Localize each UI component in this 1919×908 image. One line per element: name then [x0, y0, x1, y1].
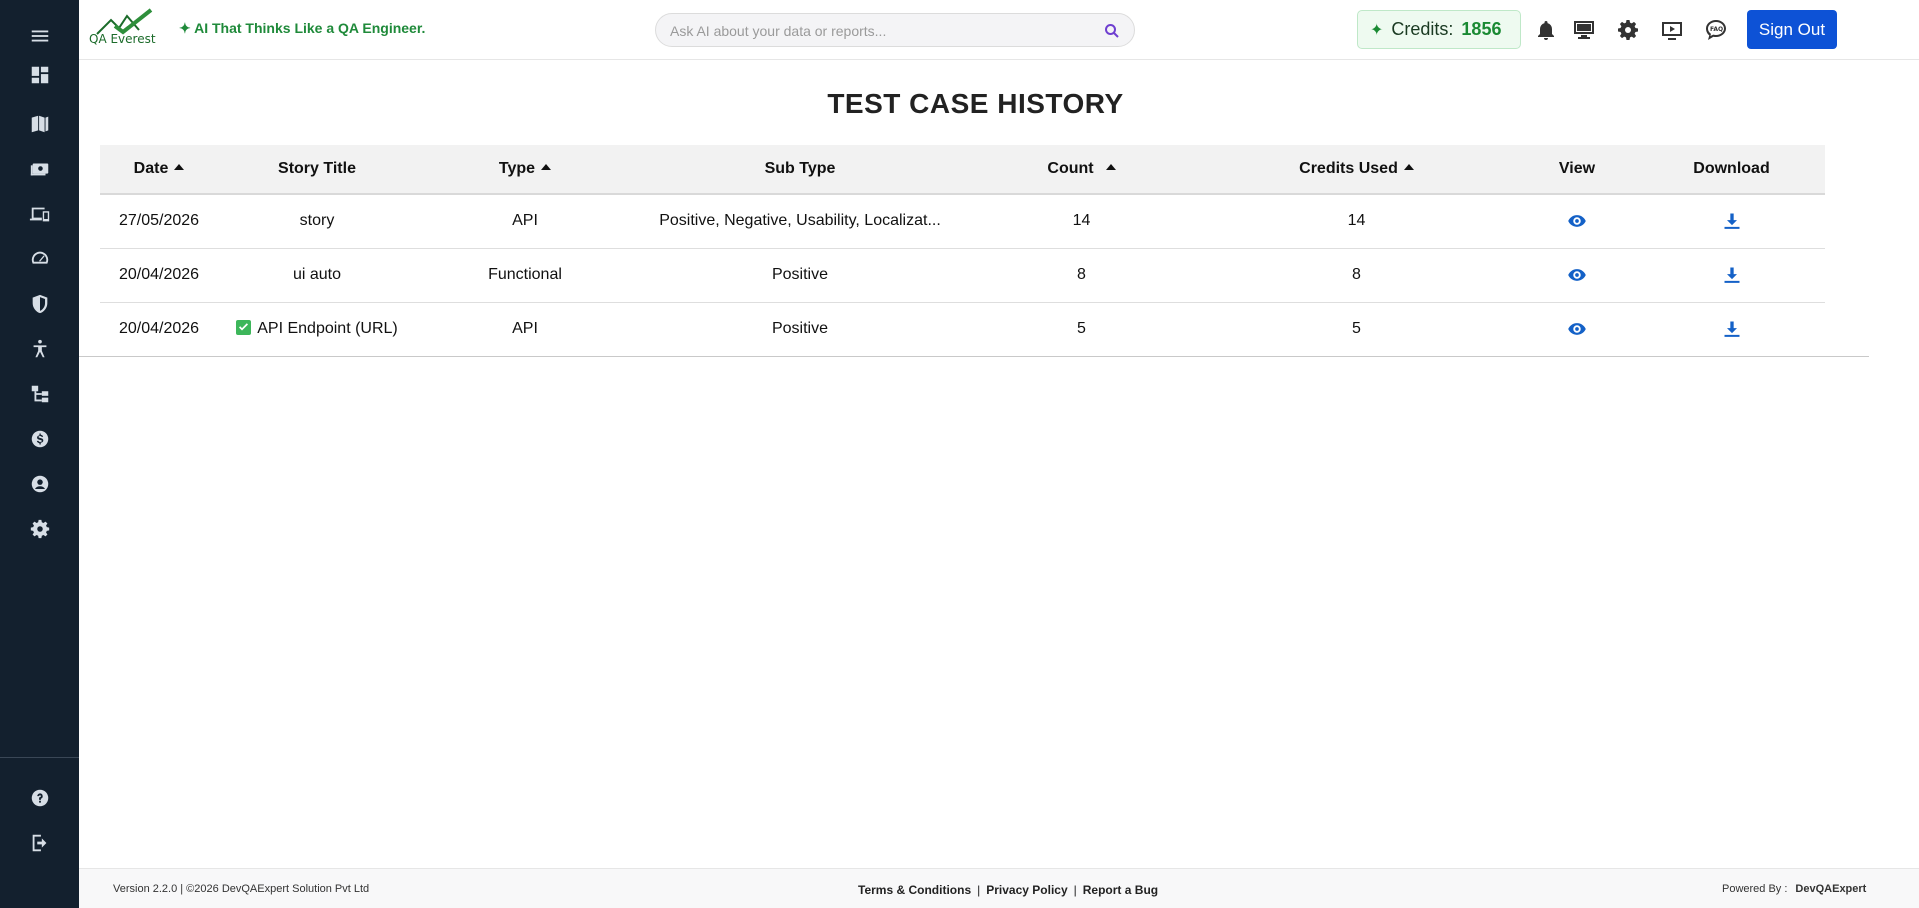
app-root: QA Everest ✦ AI That Thinks Like a QA En… — [0, 0, 1919, 908]
gear-icon[interactable] — [1614, 16, 1642, 44]
money-icon[interactable] — [0, 151, 79, 187]
play-video-icon[interactable] — [1658, 16, 1686, 44]
column-header-story-title: Story Title — [278, 160, 356, 177]
table-row: 20/04/2026 ui auto Functional Positive 8… — [100, 248, 1825, 302]
column-header-credits-used[interactable]: Credits Used — [1197, 145, 1516, 194]
column-header-download: Download — [1693, 160, 1770, 177]
help-icon[interactable] — [0, 780, 79, 816]
credits-badge: ✦ Credits: 1856 — [1357, 10, 1521, 49]
bell-icon[interactable] — [1532, 16, 1560, 44]
cell-credits-used: 5 — [1352, 320, 1361, 338]
table-header-row: Date Story Title Type Sub Type Count Cre… — [100, 145, 1825, 194]
sort-arrow-icon[interactable] — [1403, 163, 1414, 170]
eye-icon[interactable] — [1567, 265, 1587, 285]
eye-icon[interactable] — [1567, 319, 1587, 339]
cell-credits-used: 8 — [1352, 266, 1361, 283]
cell-sub-type: Positive, Negative, Usability, Localizat… — [659, 212, 941, 230]
column-header-date[interactable]: Date — [100, 145, 218, 194]
version-copyright: Version 2.2.0 | ©2026 DevQAExpert Soluti… — [113, 883, 370, 895]
top-header: QA Everest ✦ AI That Thinks Like a QA En… — [79, 0, 1919, 60]
footer: Version 2.2.0 | ©2026 DevQAExpert Soluti… — [79, 868, 1919, 908]
download-icon[interactable] — [1722, 265, 1742, 285]
page-title: TEST CASE HISTORY — [827, 88, 1124, 119]
dashboard-icon[interactable] — [0, 57, 79, 93]
terms-link[interactable]: Terms & Conditions — [852, 883, 977, 897]
history-table-container: Date Story Title Type Sub Type Count Cre… — [100, 145, 1825, 356]
accessibility-icon[interactable] — [0, 331, 79, 367]
settings-icon[interactable] — [0, 511, 79, 547]
cell-count: 14 — [1072, 212, 1091, 230]
report-bug-link[interactable]: Report a Bug — [1077, 883, 1164, 897]
download-icon[interactable] — [1722, 211, 1742, 231]
cell-story-title: API Endpoint (URL) — [218, 302, 416, 356]
cell-sub-type: Positive — [771, 320, 829, 338]
column-header-type[interactable]: Type — [416, 145, 634, 194]
cell-credits-used: 14 — [1347, 212, 1366, 230]
faq-icon[interactable]: FAQ — [1702, 16, 1730, 44]
ai-search-bar[interactable] — [655, 13, 1135, 47]
privacy-link[interactable]: Privacy Policy — [980, 883, 1073, 897]
cell-type: API — [512, 212, 538, 230]
column-header-view: View — [1558, 160, 1596, 177]
logo-text: QA Everest — [89, 32, 156, 46]
cell-view — [1516, 248, 1638, 302]
cell-date: 20/04/2026 — [118, 266, 200, 283]
column-header-count[interactable]: Count — [966, 145, 1197, 194]
ai-search-input[interactable] — [670, 21, 1090, 41]
powered-by-brand: DevQAExpert — [1795, 883, 1867, 895]
hierarchy-icon[interactable] — [0, 376, 79, 412]
devices-icon[interactable] — [0, 196, 79, 232]
cell-view — [1516, 194, 1638, 248]
sidebar-divider — [0, 757, 79, 758]
cell-story-title: story — [299, 212, 335, 230]
cell-date: 27/05/2026 — [118, 212, 200, 230]
shield-icon[interactable] — [0, 286, 79, 322]
test-case-history-table: Date Story Title Type Sub Type Count Cre… — [100, 145, 1825, 356]
menu-icon[interactable] — [0, 18, 79, 54]
powered-by: Powered By : DevQAExpert — [1722, 883, 1867, 895]
cell-download — [1638, 248, 1825, 302]
logout-icon[interactable] — [0, 825, 79, 861]
checkbox-checked-icon — [236, 319, 252, 335]
table-bottom-border — [79, 356, 1869, 357]
cell-count: 5 — [1077, 320, 1086, 338]
book-icon[interactable] — [0, 106, 79, 142]
dollar-icon[interactable] — [0, 421, 79, 457]
speedometer-icon[interactable] — [0, 241, 79, 277]
cell-download — [1638, 194, 1825, 248]
sign-out-button[interactable]: Sign Out — [1747, 10, 1837, 49]
cell-view — [1516, 302, 1638, 356]
sort-arrow-icon[interactable] — [174, 163, 185, 170]
cell-type: API — [512, 320, 538, 338]
table-row: 27/05/2026 story API Positive, Negative,… — [100, 194, 1825, 248]
cell-type: Functional — [488, 266, 562, 283]
credits-star-icon: ✦ — [1370, 21, 1384, 39]
cell-sub-type: Positive — [771, 266, 829, 283]
sort-arrow-icon[interactable] — [1105, 163, 1116, 170]
tagline: ✦ AI That Thinks Like a QA Engineer. — [179, 20, 426, 36]
cell-date: 20/04/2026 — [118, 320, 200, 338]
cell-story-title: ui auto — [292, 266, 342, 283]
sort-arrow-icon[interactable] — [541, 163, 552, 170]
keyboard-icon[interactable] — [1570, 16, 1598, 44]
eye-icon[interactable] — [1567, 211, 1587, 231]
credits-label: Credits: — [1391, 19, 1454, 39]
search-icon[interactable] — [1104, 23, 1120, 39]
download-icon[interactable] — [1722, 319, 1742, 339]
cell-download — [1638, 302, 1825, 356]
column-header-sub-type: Sub Type — [764, 160, 836, 177]
svg-text:FAQ: FAQ — [1710, 26, 1723, 33]
user-icon[interactable] — [0, 466, 79, 502]
footer-links: Terms & Conditions | Privacy Policy | Report… — [852, 883, 1164, 897]
credits-value: 1856 — [1461, 19, 1502, 39]
sidebar — [0, 0, 79, 908]
table-row: 20/04/2026 API Endpoint (URL) API Positi… — [100, 302, 1825, 356]
cell-count: 8 — [1077, 266, 1086, 283]
